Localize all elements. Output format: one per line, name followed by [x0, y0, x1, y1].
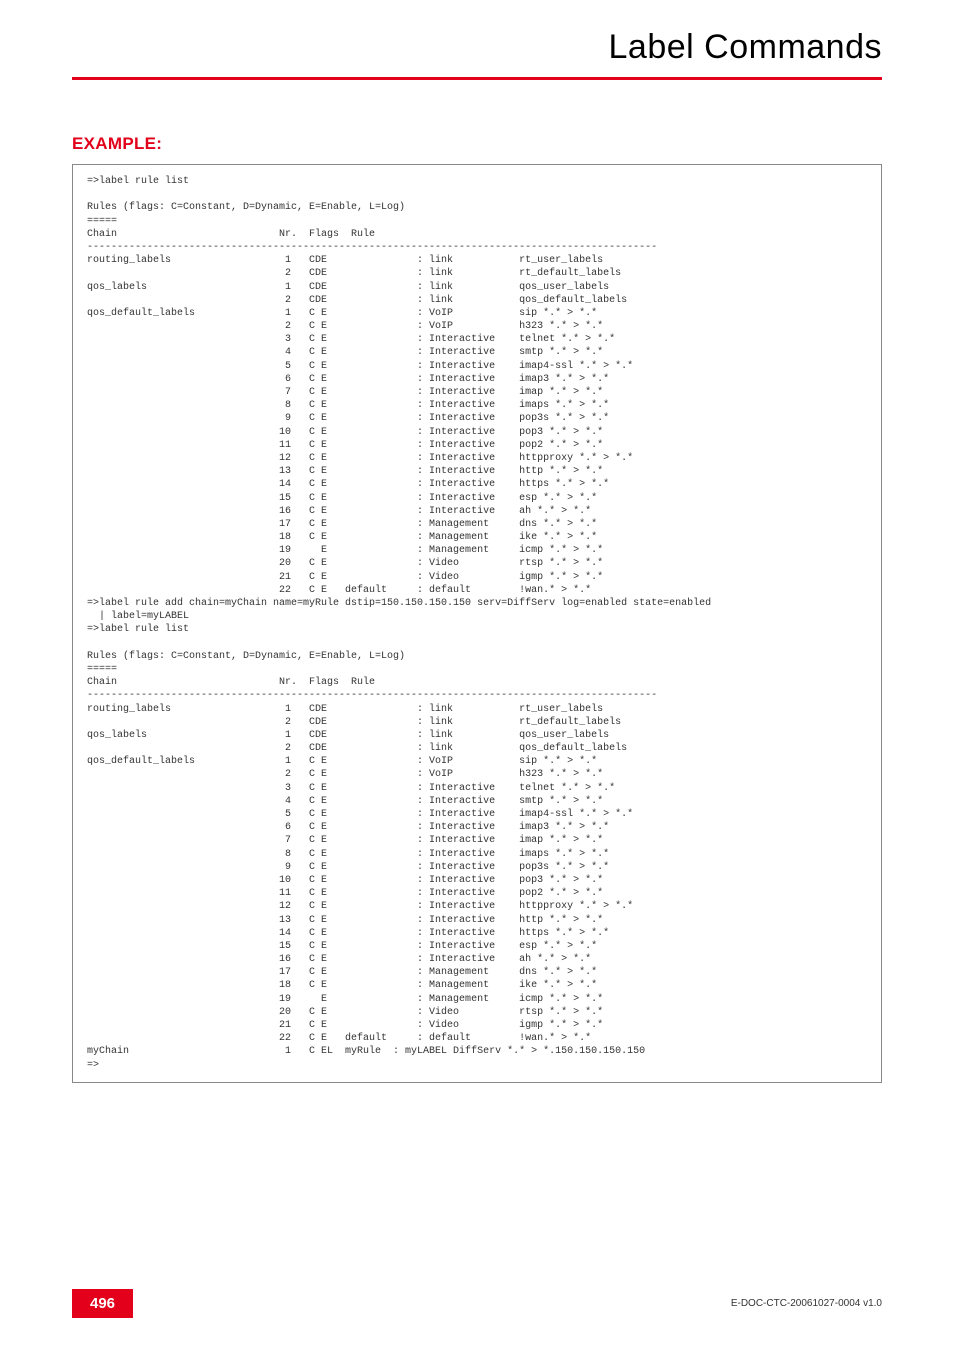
page-title: Label Commands — [0, 28, 882, 67]
example-heading: EXAMPLE: — [72, 134, 954, 154]
doc-id: E-DOC-CTC-20061027-0004 v1.0 — [731, 1298, 882, 1309]
code-block: =>label rule list Rules (flags: C=Consta… — [72, 164, 882, 1083]
header-rule — [72, 77, 882, 80]
page-number: 496 — [72, 1289, 133, 1318]
